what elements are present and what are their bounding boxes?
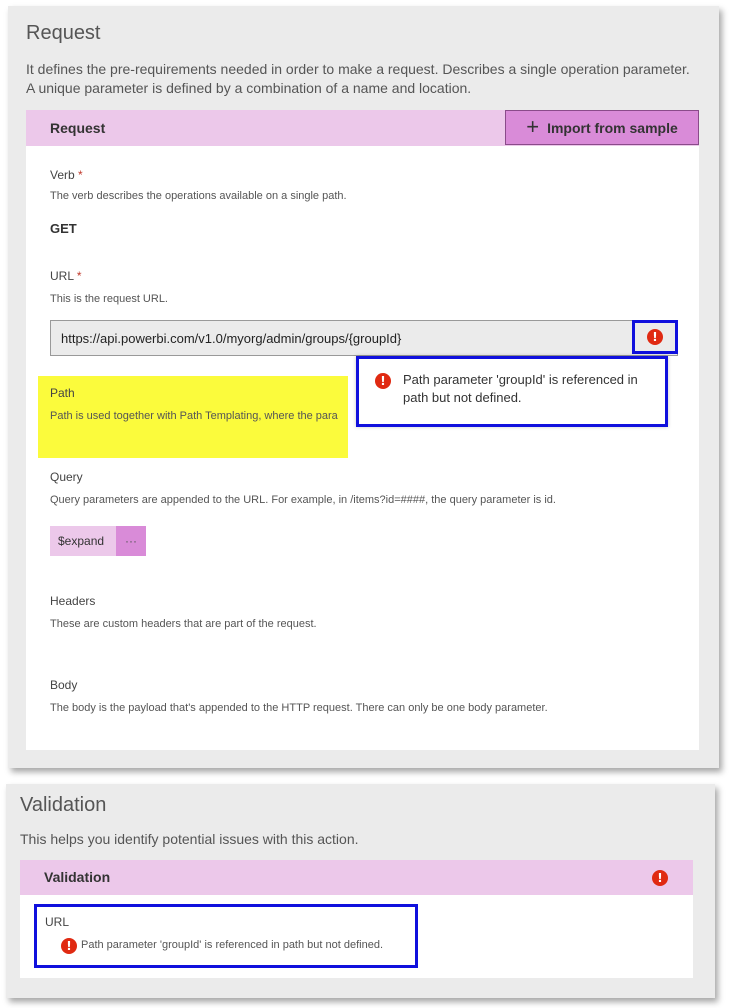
more-icon: ··· — [125, 534, 137, 548]
validation-section-description: This helps you identify potential issues… — [20, 831, 359, 847]
url-label: URL * — [50, 269, 82, 283]
url-error-annotation-box: ! — [632, 320, 678, 354]
verb-required-mark: * — [78, 168, 83, 182]
path-help: Path is used together with Path Templati… — [50, 410, 338, 422]
path-label: Path — [50, 386, 75, 400]
query-help: Query parameters are appended to the URL… — [50, 494, 556, 506]
url-input-value: https://api.powerbi.com/v1.0/myorg/admin… — [61, 331, 402, 346]
validation-item-error-icon: ! — [61, 938, 77, 954]
url-input[interactable]: https://api.powerbi.com/v1.0/myorg/admin… — [50, 320, 678, 356]
headers-label: Headers — [50, 594, 96, 608]
request-card-header-title: Request — [50, 120, 106, 136]
validation-error-annotation-box: URL ! Path parameter 'groupId' is refere… — [34, 904, 418, 968]
tooltip-error-icon: ! — [375, 373, 391, 389]
request-panel: Request It defines the pre-requirements … — [8, 6, 719, 768]
body-help: The body is the payload that's appended … — [50, 702, 548, 714]
verb-value[interactable]: GET — [50, 221, 77, 236]
query-param-chip-label: $expand — [58, 534, 105, 548]
url-help: This is the request URL. — [50, 293, 168, 305]
validation-card-header: Validation — [20, 860, 693, 895]
validation-item-message: Path parameter 'groupId' is referenced i… — [81, 939, 384, 951]
query-param-more-button[interactable]: ··· — [116, 526, 146, 556]
validation-header-error-icon[interactable]: ! — [652, 870, 668, 886]
verb-help: The verb describes the operations availa… — [50, 190, 347, 202]
url-label-text: URL — [50, 269, 74, 283]
tooltip-message: Path parameter 'groupId' is referenced i… — [403, 372, 638, 405]
validation-panel: Validation This helps you identify poten… — [6, 784, 715, 998]
request-section-description-line1: It defines the pre-requirements needed i… — [26, 61, 690, 77]
import-from-sample-button[interactable]: + Import from sample — [505, 110, 699, 145]
validation-card-header-title: Validation — [44, 869, 111, 885]
request-card: Request + Import from sample Verb * The … — [26, 110, 699, 750]
validation-section-title: Validation — [20, 794, 107, 816]
query-param-chip[interactable]: $expand — [50, 526, 116, 556]
plus-icon: + — [526, 113, 540, 139]
validation-card: Validation ! URL ! Path parameter 'group… — [20, 860, 693, 978]
url-required-mark: * — [76, 269, 82, 283]
query-label: Query — [50, 470, 83, 484]
verb-label-text: Verb — [50, 168, 75, 182]
headers-help: These are custom headers that are part o… — [50, 618, 317, 630]
url-error-tooltip: ! Path parameter 'groupId' is referenced… — [356, 356, 668, 427]
body-label: Body — [50, 678, 78, 692]
validation-item-label: URL — [45, 915, 70, 929]
request-section-title: Request — [26, 22, 101, 44]
url-error-icon[interactable]: ! — [647, 329, 663, 345]
verb-label: Verb * — [50, 168, 83, 182]
import-from-sample-label: Import from sample — [547, 119, 678, 136]
request-section-description-line2: A unique parameter is defined by a combi… — [26, 80, 472, 96]
